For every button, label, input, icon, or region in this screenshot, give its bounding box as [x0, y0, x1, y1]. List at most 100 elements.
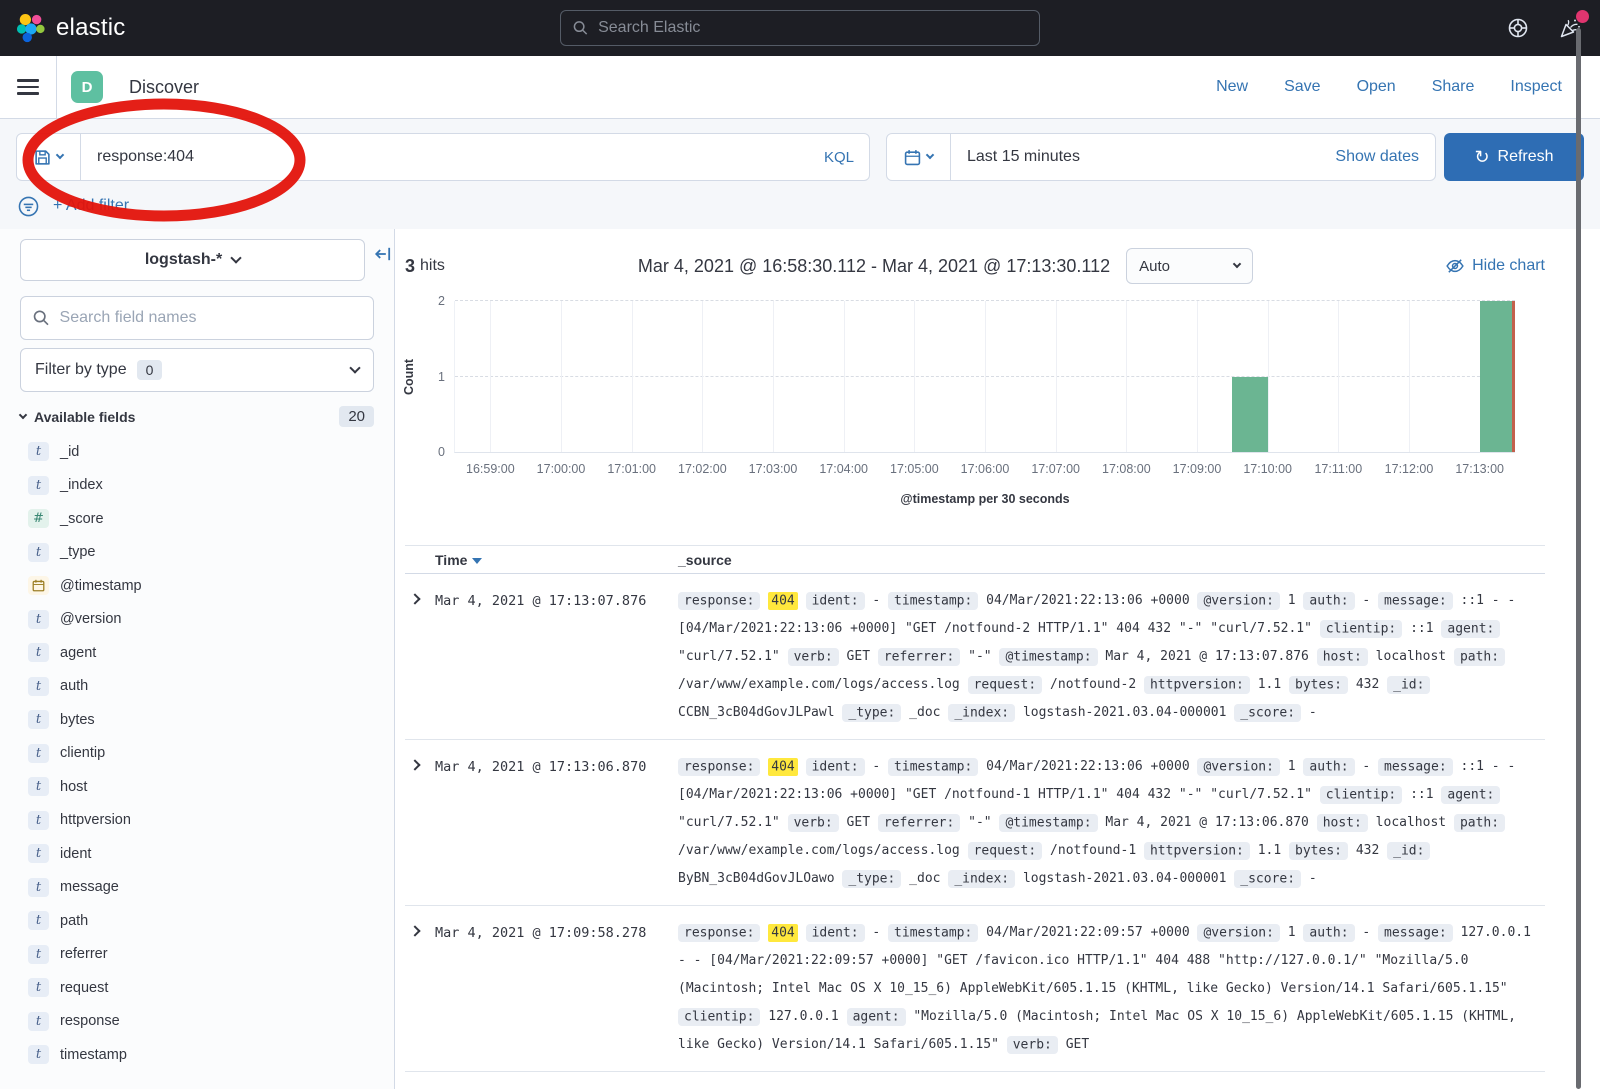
- nav-menu-button[interactable]: [0, 56, 57, 118]
- date-picker-group: Last 15 minutes Show dates: [886, 133, 1436, 181]
- help-icon[interactable]: [1506, 16, 1530, 40]
- brand-name: elastic: [56, 14, 125, 42]
- field-type-icon: t: [28, 543, 49, 562]
- available-fields-toggle[interactable]: Available fields 20: [20, 406, 374, 427]
- x-tick-label: 17:01:00: [607, 462, 656, 476]
- y-tick-label: 1: [417, 370, 445, 384]
- saved-queries-button[interactable]: [17, 134, 81, 180]
- x-tick-label: 17:13:00: [1455, 462, 1504, 476]
- eye-slash-icon: [1446, 257, 1464, 275]
- table-body: Mar 4, 2021 @ 17:13:07.876 response: 404…: [405, 574, 1545, 1072]
- histogram-bar[interactable]: [1480, 301, 1515, 452]
- field-list-item-response[interactable]: t response: [20, 1005, 374, 1039]
- field-list-item-ident[interactable]: t ident: [20, 837, 374, 871]
- discover-app-badge[interactable]: D: [71, 71, 103, 103]
- field-name: referrer: [60, 946, 108, 962]
- field-list-item-clientip[interactable]: t clientip: [20, 737, 374, 771]
- field-list-item-score[interactable]: # _score: [20, 502, 374, 536]
- field-type-icon: t: [28, 677, 49, 696]
- search-icon: [573, 20, 588, 36]
- calendar-icon: [904, 149, 921, 166]
- sort-desc-icon[interactable]: [472, 558, 482, 564]
- appbar-action-inspect[interactable]: Inspect: [1510, 78, 1562, 96]
- field-list-item-bytes[interactable]: t bytes: [20, 703, 374, 737]
- field-name: bytes: [60, 712, 95, 728]
- query-language-button[interactable]: KQL: [809, 134, 869, 180]
- field-search-box[interactable]: [20, 296, 374, 340]
- histogram-bar[interactable]: [1232, 377, 1267, 453]
- time-column-header[interactable]: Time: [435, 552, 678, 568]
- elastic-logo-icon: [16, 13, 46, 43]
- interval-select[interactable]: Auto: [1126, 248, 1253, 284]
- field-name: path: [60, 913, 88, 929]
- doc-timestamp: Mar 4, 2021 @ 17:13:07.876: [435, 587, 678, 727]
- global-search-input[interactable]: [598, 19, 1027, 37]
- filter-by-type-dropdown[interactable]: Filter by type 0: [20, 348, 374, 392]
- index-pattern-selector[interactable]: logstash-*: [20, 239, 365, 281]
- field-list-item-host[interactable]: t host: [20, 770, 374, 804]
- field-type-icon: t: [28, 878, 49, 897]
- chevron-down-icon: [926, 151, 934, 159]
- field-type-icon: [28, 576, 49, 595]
- field-name: _score: [60, 511, 104, 527]
- appbar-action-new[interactable]: New: [1216, 78, 1248, 96]
- field-name: request: [60, 980, 108, 996]
- x-tick-label: 17:05:00: [890, 462, 939, 476]
- filter-icon[interactable]: [18, 196, 39, 217]
- appbar-action-open[interactable]: Open: [1357, 78, 1396, 96]
- field-type-icon: t: [28, 945, 49, 964]
- query-input[interactable]: [81, 134, 809, 180]
- field-name: clientip: [60, 745, 105, 761]
- global-topbar: elastic: [0, 0, 1600, 56]
- hamburger-icon: [17, 75, 39, 99]
- time-range-value[interactable]: Last 15 minutes: [951, 148, 1080, 166]
- date-quick-select-button[interactable]: [887, 134, 951, 180]
- add-filter-button[interactable]: + Add filter: [53, 197, 129, 215]
- refresh-button[interactable]: ↻ Refresh: [1444, 133, 1584, 181]
- expand-row-button[interactable]: [409, 593, 420, 604]
- hits-label: hits: [420, 257, 445, 275]
- field-list-item-referrer[interactable]: t referrer: [20, 938, 374, 972]
- expand-row-button[interactable]: [409, 759, 420, 770]
- field-name: response: [60, 1013, 120, 1029]
- field-list-item-auth[interactable]: t auth: [20, 670, 374, 704]
- collapse-sidebar-icon[interactable]: [374, 245, 392, 268]
- field-list-item-id[interactable]: t _id: [20, 435, 374, 469]
- field-list-item-message[interactable]: t message: [20, 871, 374, 905]
- y-axis-label: Count: [402, 358, 416, 394]
- field-type-icon: t: [28, 442, 49, 461]
- field-list-item-type[interactable]: t _type: [20, 536, 374, 570]
- field-search-input[interactable]: [60, 309, 361, 327]
- field-list-item-timestamp[interactable]: t timestamp: [20, 1038, 374, 1072]
- show-dates-link[interactable]: Show dates: [1335, 148, 1435, 166]
- elastic-logo[interactable]: elastic: [16, 13, 125, 43]
- discover-main: 3 hits Mar 4, 2021 @ 16:58:30.112 - Mar …: [395, 229, 1600, 1089]
- hide-chart-button[interactable]: Hide chart: [1446, 257, 1545, 275]
- field-list-item-version[interactable]: t @version: [20, 603, 374, 637]
- field-list-item-path[interactable]: t path: [20, 904, 374, 938]
- field-list-item-httpversion[interactable]: t httpversion: [20, 804, 374, 838]
- field-list-item-timestamp[interactable]: @timestamp: [20, 569, 374, 603]
- appbar-action-save[interactable]: Save: [1284, 78, 1320, 96]
- table-row: Mar 4, 2021 @ 17:13:06.870 response: 404…: [405, 740, 1545, 906]
- field-name: message: [60, 879, 119, 895]
- expand-row-button[interactable]: [409, 925, 420, 936]
- global-search-box[interactable]: [560, 10, 1040, 46]
- x-tick-label: 17:12:00: [1385, 462, 1434, 476]
- appbar-actions: New Save Open Share Inspect: [1216, 78, 1600, 96]
- x-tick-label: 17:04:00: [819, 462, 868, 476]
- appbar-action-share[interactable]: Share: [1432, 78, 1475, 96]
- field-list-item-index[interactable]: t _index: [20, 469, 374, 503]
- chart-plot-area[interactable]: Count01216:59:0017:00:0017:01:0017:02:00…: [454, 301, 1515, 453]
- field-type-icon: t: [28, 744, 49, 763]
- field-name: _index: [60, 477, 103, 493]
- field-type-icon: t: [28, 811, 49, 830]
- field-list-item-agent[interactable]: t agent: [20, 636, 374, 670]
- x-tick-label: 17:07:00: [1031, 462, 1080, 476]
- histogram-chart[interactable]: Count01216:59:0017:00:0017:01:0017:02:00…: [405, 293, 1545, 531]
- field-name: _id: [60, 444, 79, 460]
- save-query-icon: [34, 149, 51, 166]
- page-scrollbar[interactable]: [1576, 28, 1581, 1089]
- field-list-item-request[interactable]: t request: [20, 971, 374, 1005]
- available-fields-count-badge: 20: [339, 406, 374, 427]
